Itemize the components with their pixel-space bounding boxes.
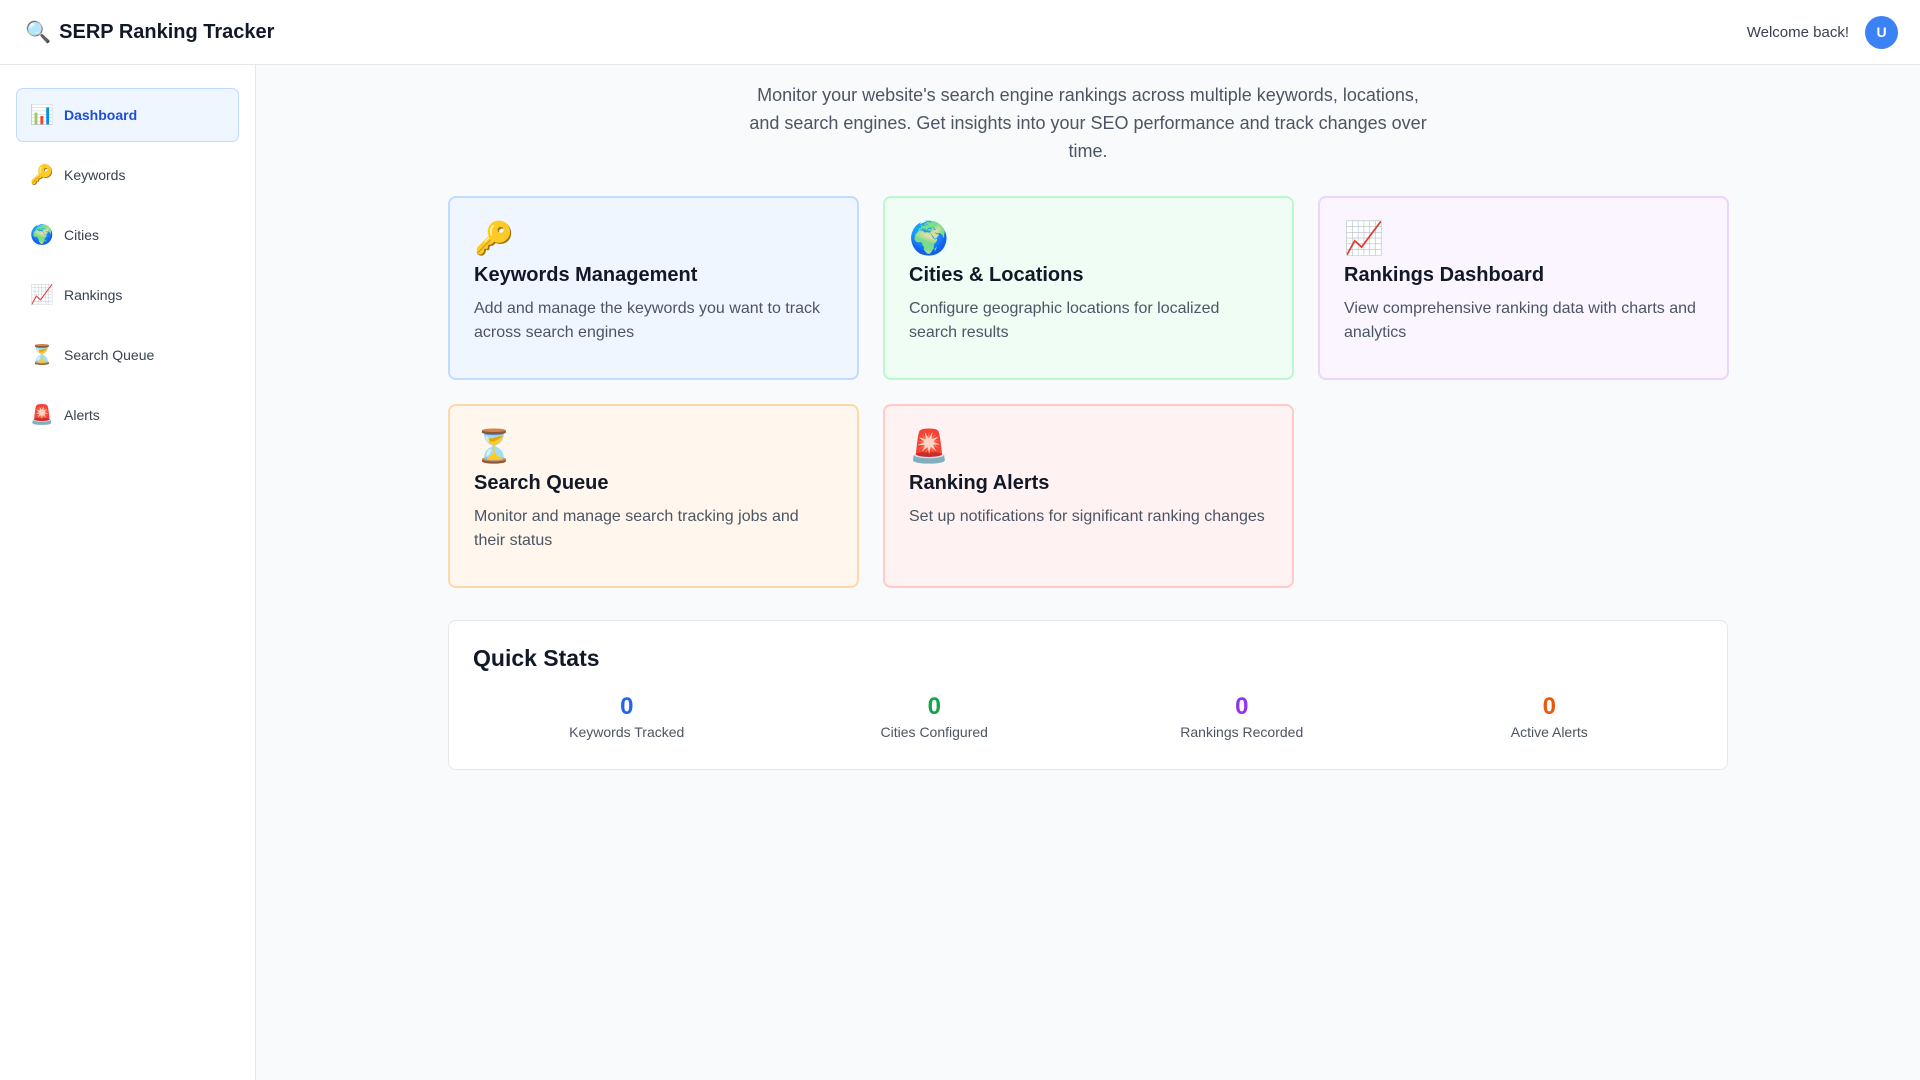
card-title: Keywords Management [474, 264, 698, 286]
intro: Monitor your website's search engine ran… [256, 81, 1920, 165]
card-description: Monitor and manage search tracking jobs … [474, 508, 799, 549]
stat-label: Keywords Tracked [569, 724, 685, 740]
quick-stats-title: Quick Stats [473, 645, 600, 671]
card-title: Search Queue [474, 472, 609, 494]
card-description: Add and manage the keywords you want to … [474, 300, 820, 341]
globe-icon: 🌍 [909, 220, 949, 256]
card-keywords-management[interactable]: 🔑 Keywords Management Add and manage the… [448, 196, 859, 380]
app-title: SERP Ranking Tracker [59, 20, 275, 43]
stat-value: 0 [620, 693, 634, 720]
sidebar-item-label: Keywords [64, 167, 126, 183]
hourglass-icon: ⏳ [30, 344, 54, 366]
stat-value: 0 [1235, 693, 1249, 720]
header-user-area: Welcome back! U [1746, 15, 1898, 49]
welcome-text: Welcome back! [1746, 23, 1849, 41]
key-icon: 🔑 [30, 164, 54, 186]
stat-label: Rankings Recorded [1180, 724, 1304, 740]
sidebar-item-label: Rankings [64, 287, 123, 303]
card-description: Set up notifications for significant ran… [909, 508, 1265, 525]
sidebar-item-cities[interactable]: 🌍 Cities [16, 208, 239, 262]
magnifier-icon: 🔍 [25, 20, 52, 44]
card-cities-locations[interactable]: 🌍 Cities & Locations Configure geographi… [883, 196, 1294, 380]
sidebar-item-label: Alerts [64, 407, 100, 423]
intro-text: Monitor your website's search engine ran… [749, 85, 1427, 161]
card-description: View comprehensive ranking data with cha… [1344, 300, 1696, 341]
trending-up-icon: 📈 [30, 284, 54, 306]
brand[interactable]: 🔍 SERP Ranking Tracker [25, 21, 274, 44]
card-title: Ranking Alerts [909, 472, 1050, 494]
stat-value: 0 [1542, 693, 1556, 720]
sidebar-item-alerts[interactable]: 🚨 Alerts [16, 388, 239, 442]
quick-stats-row: 0 Keywords Tracked 0 Cities Configured 0… [473, 693, 1704, 741]
stat-label: Cities Configured [880, 724, 988, 740]
card-description: Configure geographic locations for local… [909, 300, 1220, 341]
card-rankings-dashboard[interactable]: 📈 Rankings Dashboard View comprehensive … [1318, 196, 1729, 380]
card-title: Rankings Dashboard [1344, 264, 1545, 286]
sidebar-item-dashboard[interactable]: 📊 Dashboard [16, 88, 239, 142]
stat-label: Active Alerts [1510, 724, 1588, 740]
card-ranking-alerts[interactable]: 🚨 Ranking Alerts Set up notifications fo… [883, 404, 1294, 588]
globe-icon: 🌍 [30, 224, 54, 246]
stat-rankings-recorded: 0 Rankings Recorded [1088, 693, 1396, 741]
card-title: Cities & Locations [909, 264, 1084, 286]
sidebar-item-keywords[interactable]: 🔑 Keywords [16, 148, 239, 202]
sidebar-item-label: Cities [64, 227, 100, 243]
bar-chart-icon: 📊 [30, 104, 54, 126]
sidebar-item-label: Search Queue [64, 347, 155, 363]
trending-up-icon: 📈 [1344, 220, 1384, 256]
hourglass-icon: ⏳ [474, 428, 514, 464]
stat-cities-configured: 0 Cities Configured [781, 693, 1089, 741]
top-header: 🔍 SERP Ranking Tracker Welcome back! U [0, 0, 1920, 65]
key-icon: 🔑 [474, 220, 514, 256]
stat-keywords-tracked: 0 Keywords Tracked [473, 693, 781, 741]
sidebar-item-label: Dashboard [64, 107, 138, 123]
main-content: Monitor your website's search engine ran… [256, 65, 1920, 1080]
avatar[interactable]: U [1865, 15, 1898, 49]
siren-icon: 🚨 [30, 404, 54, 426]
quick-stats-panel: Quick Stats 0 Keywords Tracked 0 Cities … [448, 620, 1728, 770]
sidebar: 📊 Dashboard 🔑 Keywords 🌍 Cities 📈 Rankin… [0, 65, 256, 1080]
stat-value: 0 [927, 693, 941, 720]
sidebar-item-rankings[interactable]: 📈 Rankings [16, 268, 239, 322]
card-search-queue[interactable]: ⏳ Search Queue Monitor and manage search… [448, 404, 859, 588]
stat-active-alerts: 0 Active Alerts [1396, 693, 1704, 741]
sidebar-item-search-queue[interactable]: ⏳ Search Queue [16, 328, 239, 382]
feature-cards: 🔑 Keywords Management Add and manage the… [448, 196, 1729, 588]
siren-icon: 🚨 [909, 428, 949, 464]
